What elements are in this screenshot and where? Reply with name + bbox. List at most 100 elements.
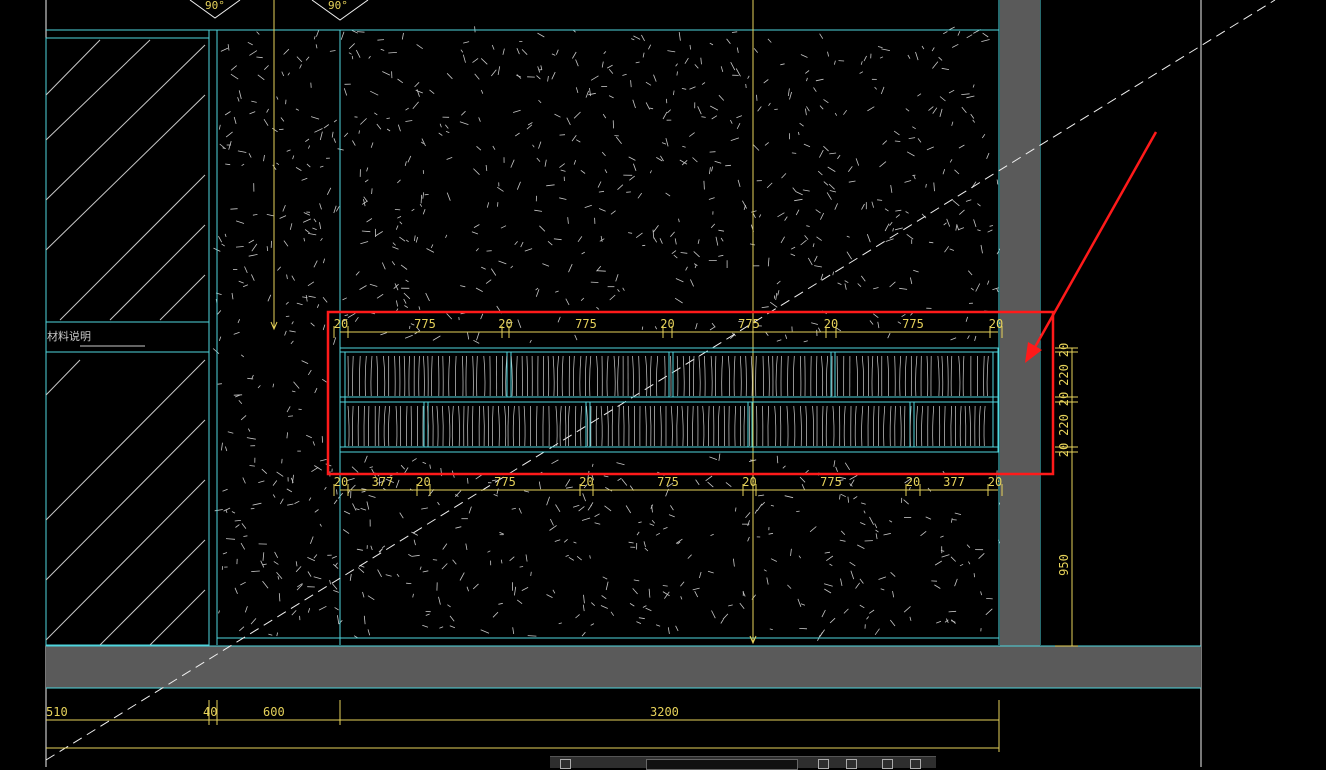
dim-label: 20 bbox=[988, 475, 1002, 489]
speckle-mark bbox=[231, 66, 237, 71]
speckle-mark bbox=[442, 564, 447, 570]
book-spine bbox=[633, 356, 634, 396]
speckle-mark bbox=[341, 32, 344, 40]
dim-label: 20 bbox=[989, 317, 1003, 331]
cad-drawing-canvas[interactable]: 材料说明 90° 90° bbox=[0, 0, 1326, 767]
speckle-mark bbox=[337, 489, 338, 494]
speckle-mark bbox=[404, 293, 410, 299]
speckle-mark bbox=[701, 58, 702, 65]
speckle-mark bbox=[943, 169, 945, 174]
speckle-mark bbox=[916, 52, 919, 60]
speckle-mark bbox=[503, 49, 505, 55]
speckle-mark bbox=[990, 226, 993, 227]
speckle-mark bbox=[631, 80, 632, 87]
speckle-mark bbox=[623, 288, 625, 291]
speckle-mark bbox=[296, 109, 299, 111]
speckle-mark bbox=[759, 214, 761, 217]
book-spine bbox=[979, 406, 980, 446]
speckle-mark bbox=[982, 134, 985, 138]
book-spine bbox=[508, 406, 509, 446]
window-close-icon[interactable] bbox=[910, 759, 921, 769]
material-label: 材料说明 bbox=[47, 329, 91, 343]
speckle-mark bbox=[277, 267, 280, 271]
speckle-mark bbox=[316, 44, 317, 48]
speckle-mark bbox=[986, 609, 993, 615]
book-spine bbox=[614, 356, 615, 396]
right-dim-label: 220 bbox=[1057, 364, 1071, 386]
speckle-mark bbox=[308, 282, 314, 286]
speckle-mark bbox=[321, 238, 323, 241]
speckle-mark bbox=[967, 545, 970, 548]
speckle-mark bbox=[592, 464, 593, 467]
speckle-mark bbox=[319, 606, 326, 610]
speckle-mark bbox=[324, 125, 329, 129]
speckle-mark bbox=[316, 30, 319, 37]
speckle-mark bbox=[258, 385, 260, 388]
speckle-mark bbox=[582, 518, 590, 521]
speckle-mark bbox=[423, 192, 424, 198]
speckle-mark bbox=[798, 132, 799, 135]
speckle-mark bbox=[762, 307, 769, 308]
snap-icon[interactable] bbox=[818, 759, 829, 769]
speckle-mark bbox=[447, 193, 450, 201]
speckle-mark bbox=[401, 465, 405, 469]
grid-icon[interactable] bbox=[560, 759, 571, 769]
speckle-mark bbox=[629, 157, 636, 161]
speckle-mark bbox=[253, 214, 258, 215]
speckle-mark bbox=[497, 187, 503, 191]
speckle-mark bbox=[287, 406, 290, 412]
ortho-icon[interactable] bbox=[846, 759, 857, 769]
book-spine bbox=[348, 406, 349, 446]
window-restore-icon[interactable] bbox=[882, 759, 893, 769]
speckle-mark bbox=[649, 589, 650, 598]
speckle-mark bbox=[630, 603, 634, 606]
speckle-mark bbox=[412, 209, 415, 211]
speckle-mark bbox=[981, 591, 982, 595]
speckle-mark bbox=[718, 230, 724, 231]
speckle-mark bbox=[344, 133, 348, 137]
base-dim-3200: 3200 bbox=[650, 705, 679, 719]
speckle-mark bbox=[861, 276, 865, 281]
speckle-mark bbox=[222, 244, 225, 246]
speckle-mark bbox=[356, 509, 360, 510]
book-spine bbox=[377, 356, 378, 396]
speckle-mark bbox=[253, 503, 262, 505]
speckle-mark bbox=[950, 159, 952, 162]
speckle-mark bbox=[555, 114, 561, 117]
speckle-mark bbox=[631, 39, 634, 40]
speckle-mark bbox=[474, 225, 479, 228]
speckle-mark bbox=[314, 219, 316, 222]
book-spine bbox=[884, 406, 885, 446]
speckle-mark bbox=[430, 90, 435, 94]
speckle-mark bbox=[288, 73, 290, 76]
speckle-mark bbox=[768, 258, 769, 267]
speckle-mark bbox=[218, 236, 221, 242]
speckle-mark bbox=[650, 170, 651, 173]
speckle-mark bbox=[719, 95, 724, 100]
book-spine bbox=[498, 406, 499, 446]
speckle-mark bbox=[826, 556, 833, 561]
speckle-mark bbox=[968, 271, 972, 275]
speckle-mark bbox=[530, 340, 532, 343]
book-spine bbox=[468, 406, 469, 446]
speckle-mark bbox=[550, 525, 557, 530]
command-input[interactable] bbox=[646, 759, 798, 770]
speckle-mark bbox=[650, 108, 654, 109]
speckle-mark bbox=[685, 58, 689, 64]
speckle-mark bbox=[566, 299, 569, 305]
speckle-mark bbox=[542, 264, 549, 267]
speckle-mark bbox=[376, 231, 383, 236]
speckle-mark bbox=[828, 52, 829, 57]
speckle-mark bbox=[935, 561, 942, 565]
speckle-mark bbox=[655, 326, 657, 329]
speckle-mark bbox=[876, 530, 879, 532]
speckle-mark bbox=[421, 508, 428, 509]
speckle-mark bbox=[885, 209, 889, 211]
speckle-mark bbox=[296, 167, 301, 170]
speckle-mark bbox=[942, 68, 949, 69]
speckle-mark bbox=[706, 476, 713, 481]
speckle-mark bbox=[493, 612, 498, 617]
speckle-mark bbox=[320, 203, 322, 209]
speckle-mark bbox=[241, 543, 245, 549]
speckle-mark bbox=[431, 244, 433, 248]
